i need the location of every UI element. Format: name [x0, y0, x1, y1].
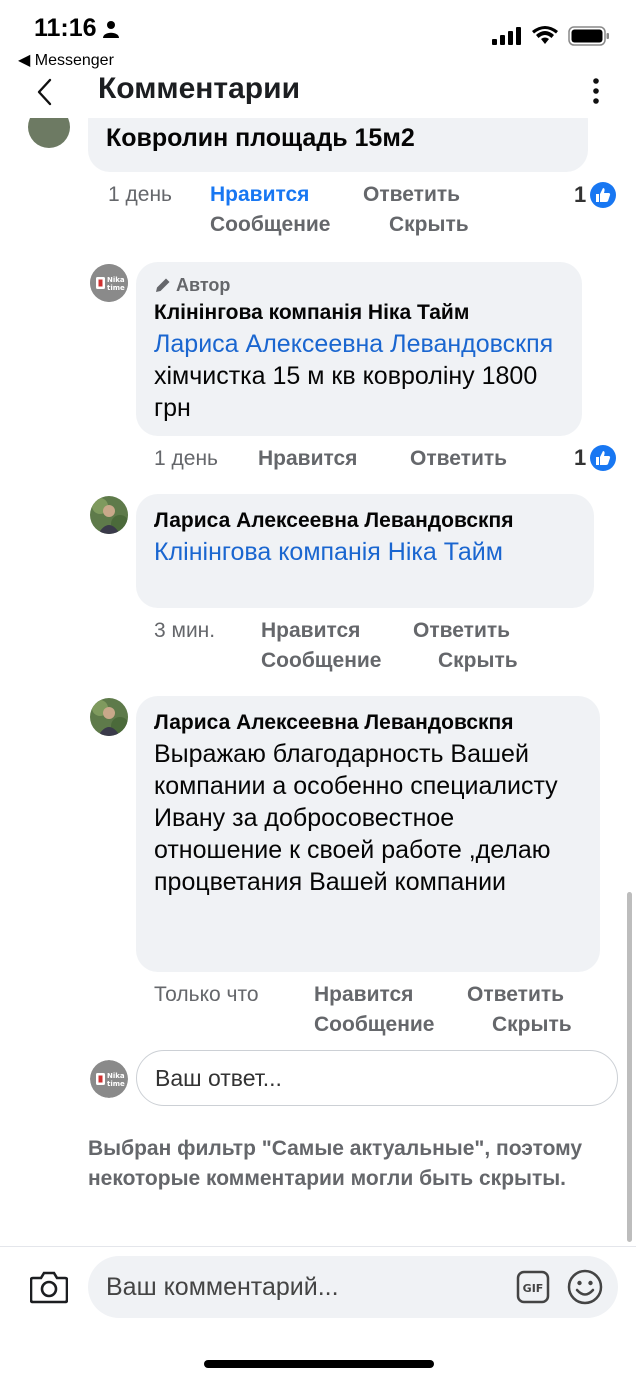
hide-button[interactable]: Скрыть: [438, 646, 518, 676]
reply-field[interactable]: [136, 1050, 618, 1106]
reply-button[interactable]: Ответить: [410, 444, 507, 474]
reaction-count: 1: [574, 445, 587, 470]
signal-icon: [492, 27, 521, 45]
status-time: 11:16: [34, 14, 119, 43]
reaction-summary[interactable]: 1: [574, 445, 617, 471]
back-arrow-icon[interactable]: [30, 74, 60, 110]
camera-icon[interactable]: [30, 1270, 68, 1304]
nika-time-logo: Nika time: [90, 264, 128, 302]
svg-text:GIF: GIF: [523, 1282, 544, 1295]
comment-field[interactable]: GIF: [88, 1256, 618, 1318]
divider: [0, 1246, 636, 1247]
status-indicators: [492, 26, 610, 46]
company-avatar[interactable]: Nika time: [90, 264, 128, 302]
comment-actions: 1 день Нравится Ответить Сообщение Скрыт…: [0, 180, 636, 242]
author-badge: Автор: [154, 272, 564, 298]
status-bar: 11:16 ◀ Messenger: [0, 0, 636, 72]
comment-composer: GIF: [0, 1256, 636, 1320]
reply-input[interactable]: [137, 1051, 617, 1105]
comment-author[interactable]: Лариса Алексеевна Левандовскпя: [154, 506, 576, 536]
comment-actions: 3 мин. Нравится Ответить Сообщение Скрыт…: [0, 616, 636, 678]
comment-input[interactable]: [106, 1256, 506, 1318]
profile-photo: [90, 698, 128, 736]
partial-comment-text: Ковролин площадь 15м2: [106, 124, 415, 152]
message-button[interactable]: Сообщение: [314, 1010, 434, 1040]
svg-text:time: time: [107, 1080, 125, 1088]
hide-button[interactable]: Скрыть: [389, 210, 469, 240]
like-button[interactable]: Нравится: [261, 616, 360, 646]
comment-actions: Только что Нравится Ответить Сообщение С…: [0, 980, 636, 1042]
gif-icon[interactable]: GIF: [516, 1270, 550, 1304]
profile-photo: [90, 496, 128, 534]
home-indicator[interactable]: [204, 1360, 434, 1368]
scrollbar[interactable]: [627, 892, 632, 1242]
thumbs-up-icon: [590, 182, 617, 208]
back-to-messenger-link[interactable]: ◀ Messenger: [18, 50, 114, 70]
comment-text: Лариса Алексеевна Левандовскпя хімчистка…: [154, 328, 564, 424]
comment-time: 1 день: [154, 447, 218, 470]
mention-link[interactable]: Клінінгова компанія Ніка Тайм: [154, 536, 576, 568]
header: Комментарии: [0, 70, 636, 118]
pencil-icon: [156, 278, 170, 292]
svg-text:Nika: Nika: [107, 276, 125, 284]
comment-time: 3 мин.: [154, 619, 216, 642]
thumbs-up-icon: [590, 445, 617, 471]
partial-comment-bubble: Ковролин площадь 15м2: [88, 118, 588, 172]
page-title: Комментарии: [98, 72, 301, 105]
like-button[interactable]: Нравится: [258, 444, 357, 474]
comment-time: Только что: [154, 983, 259, 1006]
comment-text: Выражаю благодарность Вашей компании а о…: [154, 740, 558, 896]
more-options-icon[interactable]: [590, 76, 602, 106]
user-avatar[interactable]: [90, 496, 128, 534]
battery-icon: [568, 26, 609, 46]
wifi-icon: [532, 26, 558, 44]
like-button[interactable]: Нравится: [314, 980, 413, 1010]
mention-link[interactable]: Лариса Алексеевна Левандовскпя: [154, 330, 553, 358]
reaction-summary[interactable]: 1: [574, 182, 617, 208]
comment-time: 1 день: [108, 183, 172, 206]
user-avatar[interactable]: [90, 698, 128, 736]
comment-author[interactable]: Лариса Алексеевна Левандовскпя: [154, 708, 582, 738]
comment-bubble: Лариса Алексеевна Левандовскпя Клінінгов…: [136, 494, 594, 608]
nika-time-logo: Nika time: [90, 1060, 128, 1098]
clock-text: 11:16: [34, 14, 97, 42]
reply-button[interactable]: Ответить: [363, 180, 460, 210]
comment-bubble: Лариса Алексеевна Левандовскпя Выражаю б…: [136, 696, 600, 972]
person-icon: [102, 20, 119, 38]
reaction-count: 1: [574, 182, 587, 207]
reply-button[interactable]: Ответить: [413, 616, 510, 646]
hide-button[interactable]: Скрыть: [492, 1010, 572, 1040]
comment-body: хімчистка 15 м кв ковроліну 1800 грн: [154, 362, 538, 422]
comment-bubble: Автор Клінінгова компанія Ніка Тайм Лари…: [136, 262, 582, 436]
emoji-icon[interactable]: [566, 1268, 604, 1306]
author-badge-label: Автор: [176, 275, 231, 295]
comment-actions: 1 день Нравится Ответить: [0, 444, 636, 474]
company-avatar: Nika time: [90, 1060, 128, 1098]
partial-comment-clip: Ковролин площадь 15м2: [0, 118, 636, 180]
avatar: [28, 118, 70, 148]
like-button[interactable]: Нравится: [210, 180, 309, 210]
reply-button[interactable]: Ответить: [467, 980, 564, 1010]
filter-notice: Выбран фильтр "Самые актуальные", поэтом…: [88, 1137, 583, 1190]
svg-text:time: time: [107, 284, 125, 292]
comment-author[interactable]: Клінінгова компанія Ніка Тайм: [154, 298, 564, 328]
message-button[interactable]: Сообщение: [261, 646, 381, 676]
message-button[interactable]: Сообщение: [210, 210, 330, 240]
svg-text:Nika: Nika: [107, 1072, 125, 1080]
